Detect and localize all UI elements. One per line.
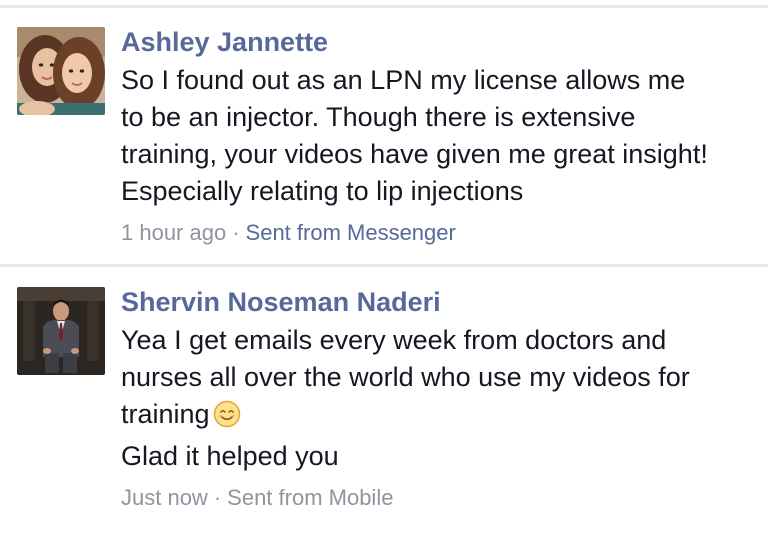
man-in-suit-photo-avatar-icon bbox=[17, 287, 105, 375]
message-content: Ashley Jannette So I found out as an LPN… bbox=[121, 22, 761, 248]
sent-from-source: Sent from Mobile bbox=[227, 485, 394, 510]
sent-from-source[interactable]: Sent from Messenger bbox=[246, 220, 456, 245]
smiling-face-emoji-icon bbox=[213, 400, 241, 438]
message-line: Glad it helped you bbox=[121, 441, 339, 471]
message-body: So I found out as an LPN my license allo… bbox=[121, 62, 761, 210]
message-content: Shervin Noseman Naderi Yea I get emails … bbox=[121, 282, 761, 513]
avatar[interactable] bbox=[17, 27, 105, 115]
message-line: nurses all over the world who use my vid… bbox=[121, 362, 690, 392]
timestamp[interactable]: 1 hour ago bbox=[121, 220, 226, 245]
sender-name[interactable]: Shervin Noseman Naderi bbox=[121, 282, 761, 322]
message-line: training, your videos have given me grea… bbox=[121, 139, 708, 169]
message-meta: Just now · Sent from Mobile bbox=[121, 483, 761, 513]
meta-separator: · bbox=[213, 485, 222, 510]
two-women-photo-avatar-icon bbox=[17, 27, 105, 115]
message-line: So I found out as an LPN my license allo… bbox=[121, 65, 686, 95]
message-line-with-emoji: training bbox=[121, 396, 761, 438]
top-divider bbox=[0, 5, 768, 8]
message-line: Yea I get emails every week from doctors… bbox=[121, 325, 667, 355]
timestamp[interactable]: Just now bbox=[121, 485, 208, 510]
sender-name[interactable]: Ashley Jannette bbox=[121, 22, 761, 62]
message-divider bbox=[0, 264, 768, 267]
message-body: Yea I get emails every week from doctors… bbox=[121, 322, 761, 475]
message-line: to be an injector. Though there is exten… bbox=[121, 102, 636, 132]
message-line-text: training bbox=[121, 399, 210, 429]
meta-separator: · bbox=[232, 220, 240, 245]
avatar[interactable] bbox=[17, 287, 105, 375]
message-meta: 1 hour ago · Sent from Messenger bbox=[121, 218, 761, 248]
message-line: Especially relating to lip injections bbox=[121, 176, 524, 206]
